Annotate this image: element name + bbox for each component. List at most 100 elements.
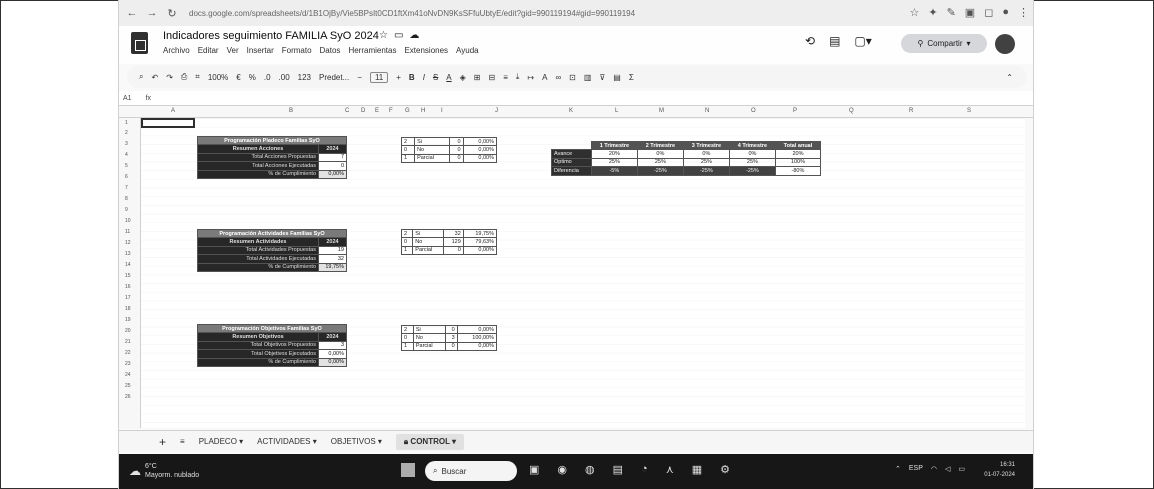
tally-pct[interactable]: 0,00% [462,245,498,256]
tally-label[interactable]: Parcial [414,153,451,164]
quarter-value[interactable]: 0% [728,149,776,159]
tally-label[interactable]: Si [412,324,446,335]
move-folder-icon[interactable]: ▭ [394,30,403,41]
merge-icon[interactable]: ⊟ [488,73,495,82]
font-increase-icon[interactable]: + [396,73,401,82]
col-header[interactable]: L [615,108,618,114]
col-header[interactable]: P [793,108,797,114]
tally-count[interactable]: 0 [449,136,464,147]
currency-button[interactable]: € [236,73,240,82]
summary-value[interactable]: 19,75% [318,262,347,272]
cell-reference[interactable]: A1 [123,95,132,102]
meet-icon[interactable]: ▢▾ [854,34,871,48]
selected-cell[interactable] [141,118,195,128]
row-header[interactable]: 19 [125,317,131,323]
clock[interactable]: 16:31 01-07-2024 [984,460,1015,480]
quarter-value[interactable]: 20% [774,149,822,159]
valign-icon[interactable]: ⤓ [516,72,520,82]
window-icon[interactable]: ◻ [984,6,993,19]
tally-label[interactable]: Parcial [412,341,446,352]
paint-format-icon[interactable]: ⌗ [195,72,200,82]
language-indicator[interactable]: ESP [909,465,923,473]
row-header[interactable]: 10 [125,218,131,224]
row-header[interactable]: 18 [125,306,131,312]
tally-code[interactable]: 0 [401,333,414,343]
menu-ayuda[interactable]: Ayuda [456,46,479,55]
chart-icon[interactable]: ▥ [584,73,592,82]
volume-icon[interactable]: ◁ [945,465,950,473]
summary-value[interactable]: 0 [318,161,347,171]
tally-pct[interactable]: 79,63% [462,237,498,247]
tally-count[interactable]: 0 [449,153,464,164]
star-icon[interactable]: ☆ [379,30,388,41]
col-header[interactable]: N [705,108,709,114]
tally-code[interactable]: 0 [400,237,414,247]
row-header[interactable]: 7 [125,185,128,191]
row-header[interactable]: 17 [125,295,131,301]
quarter-value[interactable]: 25% [682,157,730,168]
app-icon[interactable]: ▤ [613,463,623,476]
reload-icon[interactable]: ↻ [165,7,179,20]
percent-button[interactable]: % [249,73,256,82]
tally-code[interactable]: 2 [400,228,414,239]
tally-code[interactable]: 1 [400,245,414,256]
quarter-value[interactable]: 25% [636,157,684,168]
wrap-icon[interactable]: ↦ [527,73,534,82]
quarter-value[interactable]: 25% [590,157,638,168]
row-header[interactable]: 8 [125,196,128,202]
tally-label[interactable]: Parcial [412,245,444,256]
summary-value[interactable]: 0,00% [318,349,347,359]
row-header[interactable]: 4 [125,152,128,158]
font-decrease-icon[interactable]: − [357,73,362,82]
tab-icon[interactable]: ▣ [965,6,975,19]
tally-code[interactable]: 2 [400,136,416,147]
redo-icon[interactable]: ↷ [166,73,173,82]
tab-control[interactable]: 🔒︎ CONTROL ▾ [395,433,465,450]
cloud-status-icon[interactable]: ☁ [409,30,419,41]
row-header[interactable]: 26 [125,394,131,400]
col-header[interactable]: D [361,108,365,114]
comment-icon[interactable]: ⊡ [569,73,576,82]
row-header[interactable]: 21 [125,339,131,345]
row-header[interactable]: 11 [125,229,130,235]
col-header[interactable]: J [495,108,498,114]
weather-widget[interactable]: ☁ 6°C Mayorm. nublado [129,462,199,480]
taskbar-search[interactable]: ⌕ Buscar [425,461,517,481]
document-title[interactable]: Indicadores seguimiento FAMILIA SyO 2024 [163,30,379,42]
text-color-icon[interactable]: A [446,73,451,82]
settings-icon[interactable]: ⚙ [720,463,730,476]
col-header[interactable]: B [289,108,293,114]
row-header[interactable]: 13 [125,251,131,257]
summary-value[interactable]: 3 [318,340,347,351]
quarter-value[interactable]: -25% [728,166,776,176]
back-icon[interactable]: ← [125,7,139,19]
tally-label[interactable]: No [414,145,451,155]
tally-pct[interactable]: 0,00% [456,324,498,335]
undo-icon[interactable]: ↶ [151,73,158,82]
tally-code[interactable]: 1 [400,153,416,164]
windows-start-icon[interactable] [401,463,415,477]
menu-herramientas[interactable]: Herramientas [348,46,396,55]
menu-archivo[interactable]: Archivo [163,46,190,55]
summary-value[interactable]: 32 [318,254,347,264]
row-header[interactable]: 9 [125,207,128,213]
tally-count[interactable]: 0 [444,324,458,335]
bookmark-star-icon[interactable]: ☆ [909,6,919,19]
tally-pct[interactable]: 19,75% [462,228,498,239]
menu-datos[interactable]: Datos [320,46,341,55]
tally-code[interactable]: 0 [400,145,416,155]
tab-objetivos[interactable]: OBJETIVOS ▾ [331,437,382,446]
quarter-value[interactable]: 100% [774,157,822,168]
tally-label[interactable]: Si [412,228,444,239]
menu-dots-icon[interactable]: ⋮ [1018,6,1029,19]
increase-decimal-button[interactable]: .00 [279,73,290,82]
tally-pct[interactable]: 100,00% [456,333,498,343]
col-header[interactable]: K [569,108,573,114]
battery-icon[interactable]: ▭ [958,465,965,473]
menu-ver[interactable]: Ver [227,46,239,55]
col-header[interactable]: I [441,108,443,114]
share-button[interactable]: ⚲ Compartir ▾ [901,34,987,53]
wifi-icon[interactable]: ◠ [931,465,937,473]
summary-value[interactable]: 7 [318,152,347,163]
tally-pct[interactable]: 0,00% [456,341,498,352]
